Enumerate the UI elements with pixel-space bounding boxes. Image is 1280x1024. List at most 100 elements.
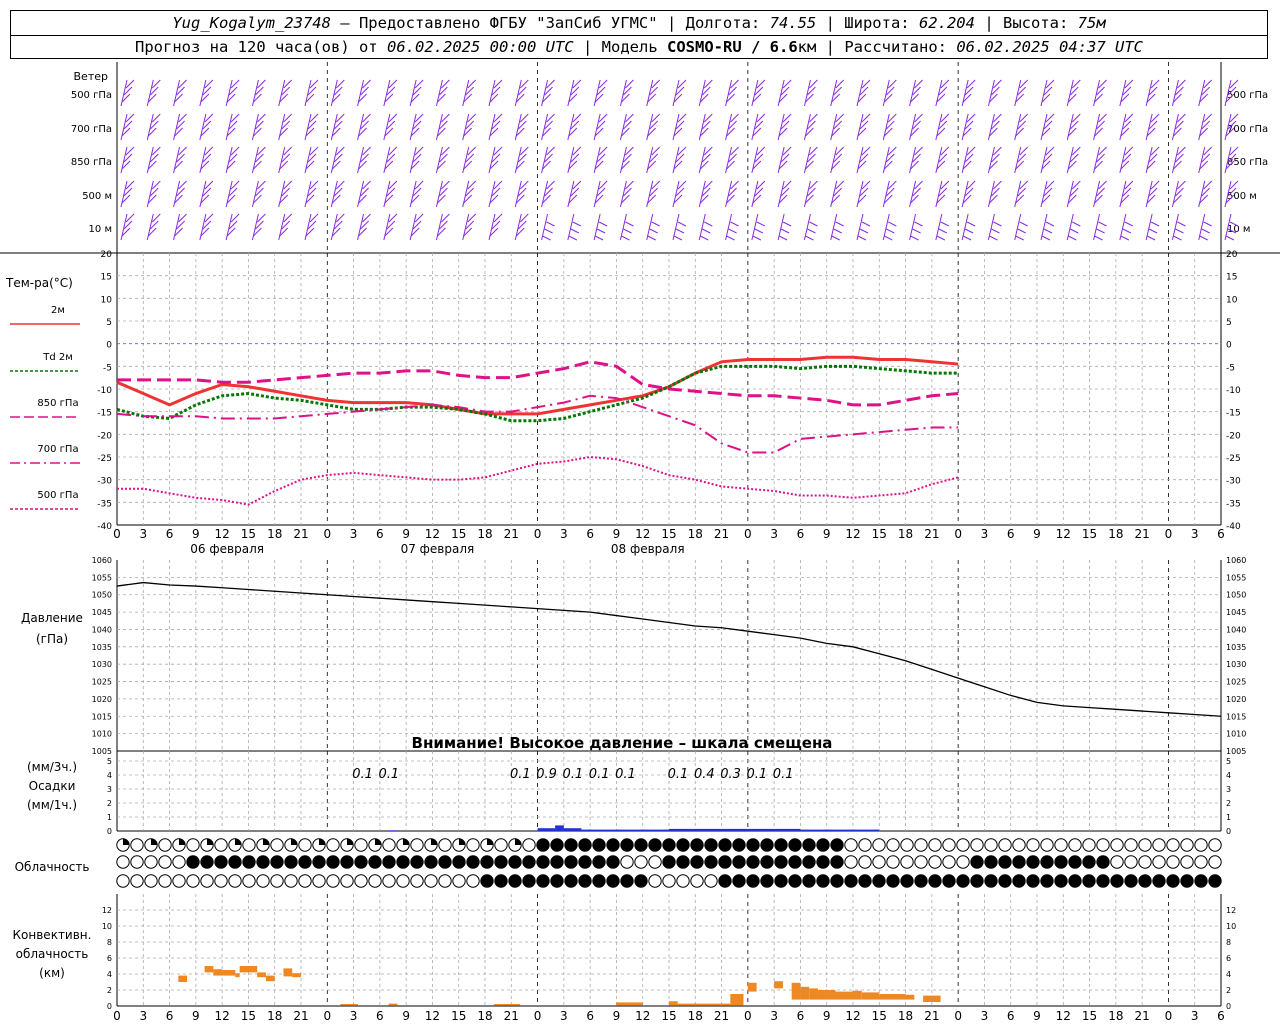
cloud-symbol — [634, 855, 648, 869]
wind-barb — [383, 180, 398, 208]
wind-barb — [698, 180, 713, 208]
pressure-ytick-right: 1030 — [1226, 660, 1246, 669]
wind-barb-feather — [938, 228, 948, 234]
cloud-symbol — [1068, 874, 1082, 888]
convective-xtick: 0 — [323, 1009, 331, 1023]
wind-barb — [830, 146, 845, 174]
pressure-ytick-left: 1045 — [92, 608, 112, 617]
cloud-symbol — [970, 855, 984, 869]
convective-bar — [853, 990, 862, 1000]
wind-barb-feather — [702, 228, 711, 234]
cloud-symbol — [214, 855, 228, 869]
convective-xtick: 12 — [215, 1009, 230, 1023]
cloud-symbol — [844, 874, 858, 888]
temp-ytick-left: 10 — [101, 295, 113, 305]
wind-barb-staff — [961, 213, 969, 241]
temp-xtick: 0 — [954, 527, 962, 541]
cloud-symbol — [1180, 874, 1194, 888]
wind-barb — [1040, 180, 1055, 208]
cloud-symbol — [172, 874, 186, 888]
wind-level-label: 700 гПа — [71, 124, 112, 135]
cloud-symbol — [690, 855, 704, 869]
wind-barb — [646, 79, 661, 107]
cloud-symbol — [438, 838, 452, 852]
cloud-symbol — [1068, 838, 1082, 852]
cloud-symbol — [746, 855, 760, 869]
wind-barb — [909, 213, 923, 241]
wind-barb — [830, 180, 845, 208]
pressure-ytick-left: 1040 — [92, 625, 112, 634]
cloud-symbol — [1110, 838, 1124, 852]
convective-xtick: 9 — [613, 1009, 621, 1023]
wind-barb — [488, 146, 503, 174]
wind-barb-staff — [1014, 213, 1022, 241]
cloud-symbol — [760, 838, 774, 852]
cloud-symbol — [298, 855, 312, 869]
cloud-symbol — [116, 874, 130, 888]
wind-barb — [619, 180, 634, 208]
cloud-symbol — [326, 874, 340, 888]
convective-xtick: 3 — [560, 1009, 568, 1023]
wind-barb — [1145, 113, 1160, 141]
convective-xtick: 21 — [924, 1009, 939, 1023]
precip-3h-amount: 0.4 — [694, 767, 715, 782]
wind-barb — [935, 79, 950, 107]
pressure-title: Давление — [21, 611, 83, 625]
wind-barb — [488, 79, 503, 107]
wind-barb — [514, 180, 529, 208]
wind-barb-staff — [619, 213, 627, 241]
wind-barb — [199, 213, 214, 241]
wind-barb — [1093, 146, 1107, 174]
convective-xtick: 21 — [504, 1009, 519, 1023]
temp-xtick: 9 — [613, 527, 621, 541]
cloud-symbol — [578, 855, 592, 869]
wind-barb — [383, 213, 398, 241]
cloud-symbol — [438, 874, 452, 888]
wind-barb — [304, 213, 319, 241]
cloud-symbol — [1166, 855, 1180, 869]
cloud-symbol — [536, 855, 550, 869]
wind-barb — [856, 180, 871, 208]
wind-barb — [725, 113, 739, 141]
cloud-symbol — [732, 838, 746, 852]
convective-bar — [800, 986, 810, 1000]
convective-xtick: 9 — [823, 1009, 831, 1023]
temp-ytick-left: -30 — [97, 477, 112, 487]
wind-barb — [935, 213, 950, 241]
wind-barb-feather — [621, 235, 630, 241]
pressure-ytick-right: 1015 — [1226, 712, 1246, 721]
wind-barb — [1171, 213, 1186, 241]
cloud-symbol — [816, 838, 830, 852]
wind-barb-feather — [936, 235, 946, 241]
cloud-symbol — [942, 874, 956, 888]
wind-barb — [1119, 213, 1134, 241]
wind-barb — [1119, 146, 1134, 174]
cloud-symbol — [242, 838, 256, 852]
convective-xtick: 6 — [166, 1009, 174, 1023]
temp-date-label: 06 февраля — [190, 542, 264, 556]
wind-barb — [935, 146, 950, 174]
convective-ytick-right: 4 — [1226, 970, 1231, 979]
cloud-symbol — [1026, 855, 1040, 869]
wind-barb — [146, 79, 161, 107]
cloud-symbol — [1040, 855, 1054, 869]
cloud-symbol — [998, 855, 1012, 869]
wind-barb — [146, 213, 161, 241]
wind-barb-feather — [1177, 221, 1186, 227]
wind-barb — [961, 79, 976, 107]
convective-xtick: 3 — [350, 1009, 358, 1023]
cloud-title: Облачность — [15, 860, 90, 874]
temp-ytick-right: -30 — [1226, 477, 1241, 487]
cloud-symbol — [270, 838, 284, 852]
cloud-symbol — [1054, 874, 1068, 888]
convective-bar — [905, 994, 915, 1000]
convective-xtick: 18 — [898, 1009, 913, 1023]
wind-barb-feather — [623, 228, 632, 234]
wind-barb-feather — [857, 235, 867, 241]
wind-barb — [357, 146, 371, 174]
wind-barb-staff — [698, 213, 706, 241]
temp-xtick: 21 — [504, 527, 519, 541]
wind-barb — [1066, 146, 1081, 174]
convective-xtick: 0 — [954, 1009, 962, 1023]
wind-barb-staff — [830, 213, 838, 241]
